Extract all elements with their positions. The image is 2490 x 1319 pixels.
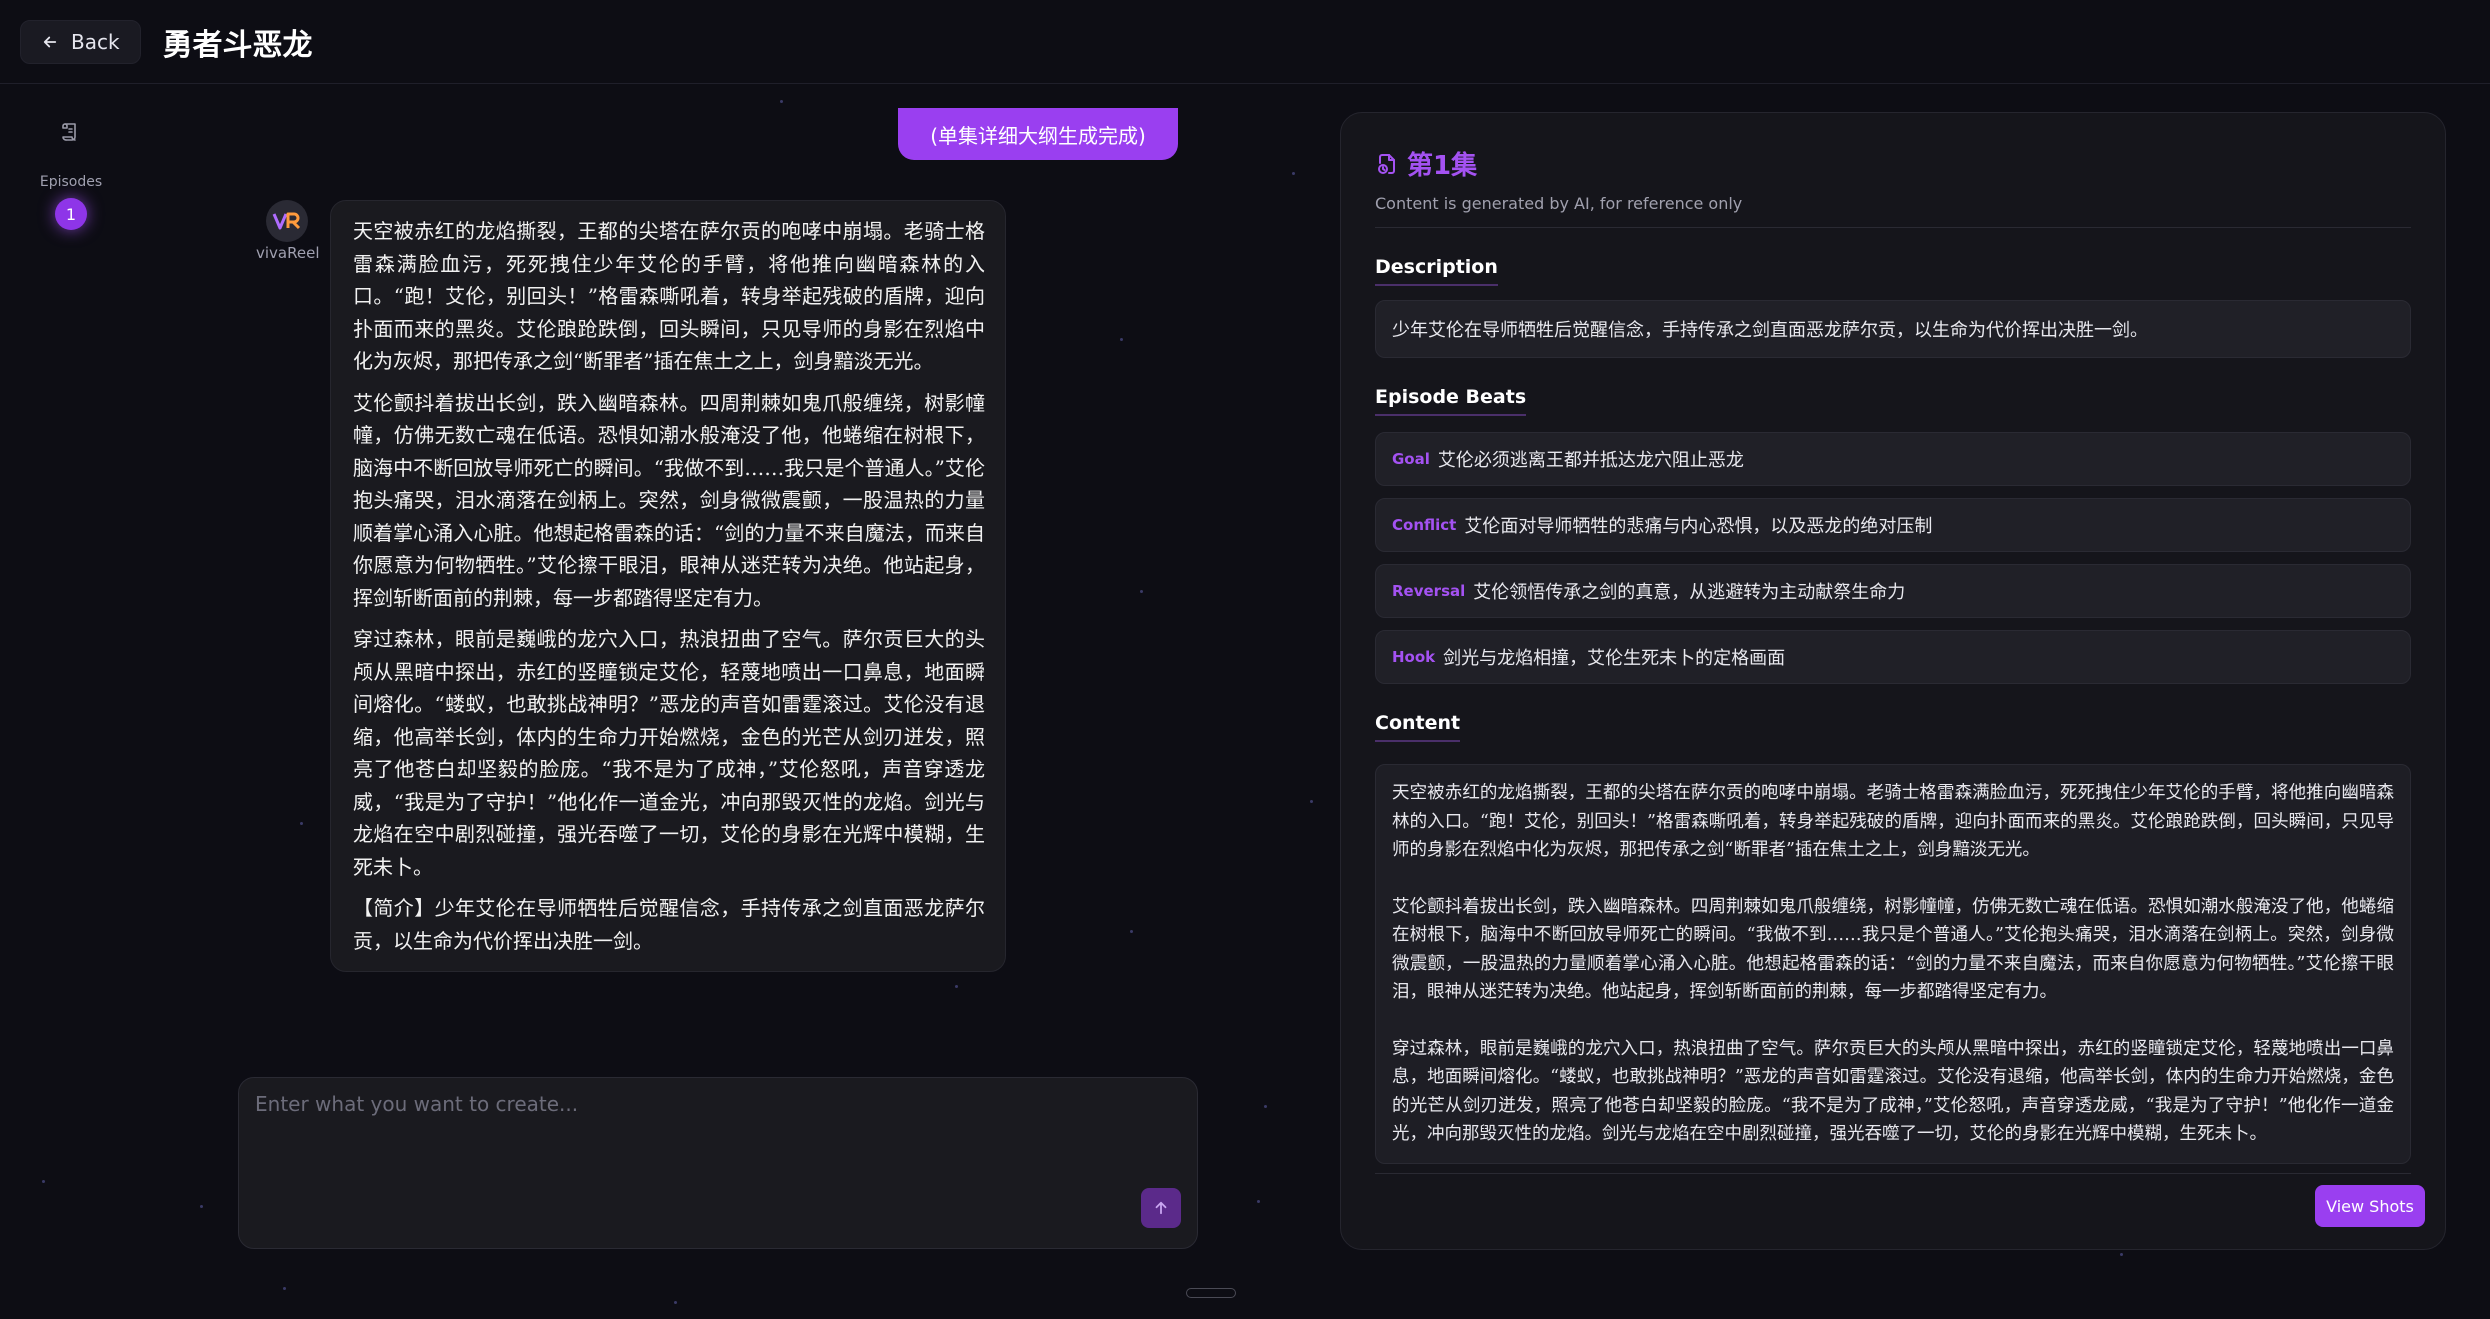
prompt-input[interactable] [255,1092,1175,1182]
arrow-up-icon [1155,1201,1167,1215]
episode-title-text: 第1集 [1407,151,1478,181]
panel-divider [1375,1173,2411,1174]
episode-rail: Episodes 1 [40,120,102,230]
episodes-label: Episodes [39,174,103,190]
back-button[interactable]: Back [20,19,141,64]
prompt-composer [238,1077,1198,1249]
beat-goal: Goal 艾伦必须逃离王都并抵达龙穴阻止恶龙 [1375,432,2411,486]
bot-name: vivaReel [256,244,320,262]
scroll-icon[interactable] [59,120,83,144]
resize-handle[interactable] [1186,1288,1236,1298]
message-paragraph: 艾伦颤抖着拔出长剑，跌入幽暗森林。四周荆棘如鬼爪般缠绕，树影幢幢，仿佛无数亡魂在… [353,390,985,610]
bot-avatar [266,200,308,242]
top-header: Back 勇者斗恶龙 [0,0,2490,84]
beat-text: 艾伦领悟传承之剑的真意，从逃避转为主动献祭生命力 [1473,582,1906,603]
description-heading: Description [1375,256,1498,286]
arrow-left-icon [43,36,57,47]
episode-1-button[interactable]: 1 [55,198,87,230]
content-heading: Content [1375,712,1461,742]
view-shots-button[interactable]: View Shots [2315,1185,2425,1227]
bot-message: 天空被赤红的龙焰撕裂，王都的尖塔在萨尔贡的咆哮中崩塌。老骑士格雷森满脸血污，死死… [330,200,1006,972]
beat-reversal: Reversal 艾伦领悟传承之剑的真意，从逃避转为主动献祭生命力 [1375,564,2411,618]
status-message-bubble: (单集详细大纲生成完成) [898,108,1178,160]
message-paragraph: 穿过森林，眼前是巍峨的龙穴入口，热浪扭曲了空气。萨尔贡巨大的头颅从黑暗中探出，赤… [353,627,985,879]
beat-text: 艾伦必须逃离王都并抵达龙穴阻止恶龙 [1437,450,1744,471]
beat-hook: Hook 剑光与龙焰相撞，艾伦生死未卜的定格画面 [1375,630,2411,684]
content-scroll-area[interactable]: 天空被赤红的龙焰撕裂，王都的尖塔在萨尔贡的咆哮中崩塌。老骑士格雷森满脸血污，死死… [1375,764,2411,1164]
description-box: 少年艾伦在导师牺牲后觉醒信念，手持传承之剑直面恶龙萨尔贡，以生命为代价挥出决胜一… [1375,300,2411,358]
film-document-icon [1378,153,1395,174]
content-paragraph: 艾伦颤抖着拔出长剑，跌入幽暗森林。四周荆棘如鬼爪般缠绕，树影幢幢，仿佛无数亡魂在… [1392,896,2394,1003]
message-paragraph: 【简介】少年艾伦在导师牺牲后觉醒信念，手持传承之剑直面恶龙萨尔贡，以生命为代价挥… [353,896,985,953]
episode-detail-panel: 第1集 Content is generated by AI, for refe… [1340,112,2446,1250]
beat-tag: Hook [1392,648,1436,666]
beat-text: 艾伦面对导师牺牲的悲痛与内心恐惧，以及恶龙的绝对压制 [1464,516,1933,537]
episode-beats-heading: Episode Beats [1375,386,1527,416]
beat-tag: Reversal [1392,582,1466,600]
page-title: 勇者斗恶龙 [162,27,313,63]
episode-title: 第1集 [1375,145,2411,182]
beat-text: 剑光与龙焰相撞，艾伦生死未卜的定格画面 [1443,648,1786,669]
message-paragraph: 天空被赤红的龙焰撕裂，王都的尖塔在萨尔贡的咆哮中崩塌。老骑士格雷森满脸血污，死死… [353,219,985,373]
beat-tag: Goal [1392,450,1430,468]
beat-conflict: Conflict 艾伦面对导师牺牲的悲痛与内心恐惧，以及恶龙的绝对压制 [1375,498,2411,552]
content-paragraph: 穿过森林，眼前是巍峨的龙穴入口，热浪扭曲了空气。萨尔贡巨大的头颅从黑暗中探出，赤… [1392,1038,2394,1145]
vivareel-logo-icon [272,212,301,230]
send-button[interactable] [1141,1188,1181,1228]
beat-tag: Conflict [1392,516,1457,534]
ai-disclaimer: Content is generated by AI, for referenc… [1375,194,2411,228]
beats-list: Goal 艾伦必须逃离王都并抵达龙穴阻止恶龙 Conflict 艾伦面对导师牺牲… [1375,432,2411,684]
content-paragraph: 天空被赤红的龙焰撕裂，王都的尖塔在萨尔贡的咆哮中崩塌。老骑士格雷森满脸血污，死死… [1392,783,2394,860]
back-label: Back [71,29,120,54]
